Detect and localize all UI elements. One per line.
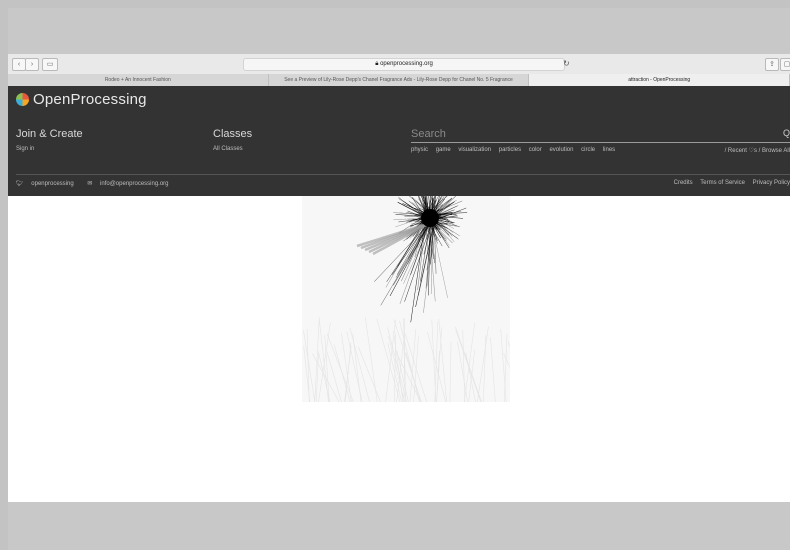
browse-links[interactable]: / Recent ♡s / Browse All: [725, 147, 790, 154]
address-text: openprocessing.org: [380, 61, 433, 67]
address-bar[interactable]: 🔒︎ openprocessing.org: [243, 58, 565, 71]
share-icon: ⇪: [769, 61, 775, 68]
twitter-icon: 🐦︎: [16, 181, 26, 187]
legal-links: Credits Terms of Service Privacy Policy: [668, 180, 790, 186]
tab-attraction[interactable]: attraction - OpenProcessing: [529, 74, 790, 86]
signin-link[interactable]: Sign in: [16, 146, 34, 152]
sidebar-icon: ▭: [46, 61, 54, 68]
credits-link[interactable]: Credits: [674, 180, 693, 186]
tag-link[interactable]: evolution: [549, 147, 573, 153]
tag-link[interactable]: lines: [603, 147, 615, 153]
browser-toolbar: ‹ › ▭ 🔒︎ openprocessing.org ↻ ⇪ ▢: [8, 54, 790, 75]
back-button[interactable]: ‹: [12, 58, 26, 71]
share-button[interactable]: ⇪: [765, 58, 779, 71]
sidebar-toggle-button[interactable]: ▭: [42, 58, 58, 71]
all-classes-link[interactable]: All Classes: [213, 146, 243, 152]
join-create-heading: Join & Create: [16, 128, 83, 140]
popular-tags: physic game visualization particles colo…: [411, 147, 621, 153]
window-bottom-area: [8, 502, 790, 550]
search-input[interactable]: Search Q: [411, 128, 790, 143]
tag-link[interactable]: game: [436, 147, 451, 153]
tag-link[interactable]: physic: [411, 147, 428, 153]
logo-text: OpenProcessing: [33, 91, 147, 108]
sketch-artwork: [303, 180, 530, 403]
site-logo[interactable]: OpenProcessing: [16, 91, 147, 108]
tabs-overview-button[interactable]: ▢: [780, 58, 790, 71]
terms-link[interactable]: Terms of Service: [700, 180, 745, 186]
twitter-label: openprocessing: [31, 181, 74, 187]
contact-links: 🐦︎ openprocessing ✉ info@openprocessing.…: [16, 180, 181, 187]
search-placeholder: Search: [411, 128, 446, 140]
email-label: info@openprocessing.org: [100, 181, 169, 187]
email-link[interactable]: ✉ info@openprocessing.org: [87, 181, 174, 187]
tabs-icon: ▢: [783, 61, 790, 68]
search-icon[interactable]: Q: [783, 128, 790, 138]
privacy-link[interactable]: Privacy Policy: [753, 180, 790, 186]
reload-icon[interactable]: ↻: [563, 58, 570, 69]
browser-window: ‹ › ▭ 🔒︎ openprocessing.org ↻ ⇪ ▢ Rodeo …: [8, 8, 790, 550]
classes-heading: Classes: [213, 128, 253, 140]
envelope-icon: ✉: [87, 181, 95, 187]
tag-link[interactable]: color: [529, 147, 542, 153]
openprocessing-logo-icon: [16, 93, 29, 106]
chevron-left-icon: ‹: [17, 61, 21, 68]
header-divider: [16, 174, 790, 175]
chevron-right-icon: ›: [30, 61, 34, 68]
window-titlebar: [8, 8, 790, 54]
forward-button[interactable]: ›: [25, 58, 39, 71]
tab-rodeo[interactable]: Rodeo + An Innocent Fashion: [8, 74, 269, 86]
tab-chanel-preview[interactable]: See a Preview of Lily-Rose Depp's Chanel…: [269, 74, 530, 86]
sketch-canvas[interactable]: [302, 180, 530, 403]
tag-link[interactable]: circle: [581, 147, 595, 153]
site-header: OpenProcessing Join & Create Sign in Cla…: [8, 86, 790, 196]
tag-link[interactable]: visualization: [458, 147, 491, 153]
tag-link[interactable]: particles: [499, 147, 521, 153]
twitter-link[interactable]: 🐦︎ openprocessing: [16, 181, 80, 187]
